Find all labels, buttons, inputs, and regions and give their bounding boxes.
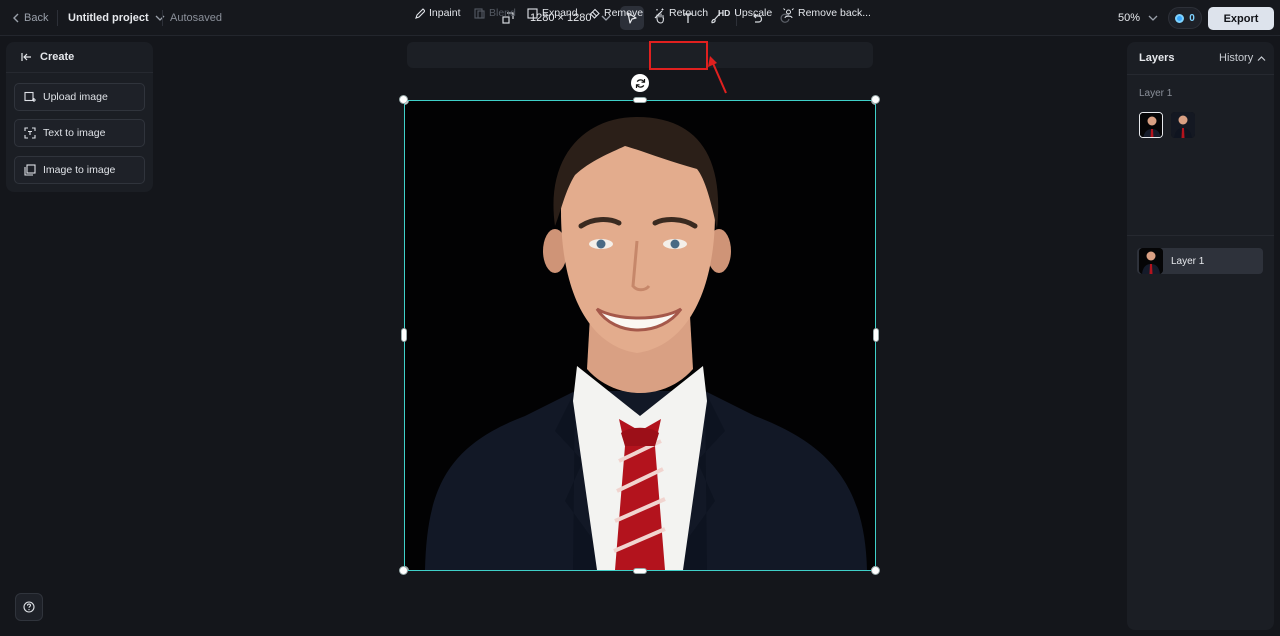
credits-badge[interactable]: 0: [1168, 7, 1202, 29]
layers-title: Layers: [1139, 52, 1175, 64]
retouch-label: Retouch: [669, 7, 709, 19]
hd-icon: HD: [718, 8, 731, 18]
resize-handle-bottom[interactable]: [633, 568, 647, 574]
image-to-image-label: Image to image: [43, 164, 116, 176]
divider: [162, 10, 163, 26]
annotation-arrow-icon: [708, 56, 727, 94]
upload-image-button[interactable]: Upload image: [14, 83, 145, 111]
resize-handle-top[interactable]: [633, 97, 647, 103]
resize-handle-bottom-left[interactable]: [399, 566, 408, 575]
arrow-left-icon: [21, 53, 31, 61]
layer-thumbnail[interactable]: [1171, 112, 1195, 138]
create-panel: Create Upload image Text to image Image …: [6, 42, 153, 192]
text-to-image-button[interactable]: Text to image: [14, 119, 145, 147]
portrait-thumbnail: [1139, 248, 1163, 274]
back-button[interactable]: Back: [12, 0, 48, 36]
create-panel-header[interactable]: Create: [6, 42, 153, 73]
expand-button[interactable]: Expand: [527, 0, 578, 26]
inpaint-icon: [415, 7, 425, 19]
credit-coin-icon: [1175, 13, 1185, 23]
layers-panel: Layers History Layer 1 Layer 1: [1127, 42, 1274, 630]
zoom-dropdown[interactable]: 50%: [1118, 0, 1158, 36]
divider: [1127, 235, 1274, 236]
remove-background-button[interactable]: Remove back...: [783, 0, 871, 26]
back-label: Back: [24, 12, 49, 24]
upload-image-label: Upload image: [43, 91, 108, 103]
eraser-icon: [589, 8, 600, 19]
expand-icon: [527, 7, 538, 19]
project-name: Untitled project: [68, 12, 149, 24]
retouch-button[interactable]: Retouch: [654, 0, 708, 26]
project-name-dropdown[interactable]: Untitled project: [68, 0, 165, 36]
history-label: History: [1219, 52, 1254, 64]
divider: [1127, 74, 1274, 75]
inpaint-label: Inpaint: [429, 7, 461, 19]
resize-handle-bottom-right[interactable]: [871, 566, 880, 575]
upscale-button[interactable]: HD Upscale: [718, 0, 772, 26]
resize-handle-top-right[interactable]: [871, 95, 880, 104]
portrait-thumbnail: [1140, 113, 1162, 137]
expand-label: Expand: [542, 7, 578, 19]
image-to-image-icon: [24, 164, 36, 176]
blend-button[interactable]: Blend: [474, 0, 516, 26]
resize-handle-top-left[interactable]: [399, 95, 408, 104]
remove-label: Remove: [604, 7, 644, 19]
export-button[interactable]: Export: [1208, 7, 1274, 30]
canvas-image[interactable]: [404, 100, 876, 571]
upload-image-icon: [24, 91, 36, 102]
history-toggle[interactable]: History: [1219, 52, 1266, 64]
divider: [57, 10, 58, 26]
remove-background-label: Remove back...: [798, 7, 871, 19]
layer-name: Layer 1: [1171, 255, 1205, 267]
rotate-icon: [635, 78, 645, 88]
portrait-thumbnail: [1171, 112, 1195, 138]
chevron-down-icon: [155, 15, 165, 21]
help-button[interactable]: [15, 593, 43, 621]
layer-row[interactable]: Layer 1: [1137, 248, 1263, 274]
zoom-level: 50%: [1118, 12, 1141, 24]
magic-wand-icon: [654, 8, 664, 18]
blend-label: Blend: [489, 7, 516, 19]
rotate-handle[interactable]: [631, 74, 649, 92]
chevron-up-icon: [1257, 55, 1266, 61]
layer-thumbnail: [1139, 248, 1163, 274]
resize-handle-left[interactable]: [401, 328, 407, 342]
layer-group-label: Layer 1: [1139, 88, 1173, 99]
credits-count: 0: [1189, 12, 1195, 24]
chevron-left-icon: [13, 13, 19, 23]
create-title: Create: [40, 51, 75, 63]
upscale-label: Upscale: [734, 7, 773, 19]
resize-handle-right[interactable]: [873, 328, 879, 342]
text-to-image-label: Text to image: [43, 127, 106, 139]
portrait-image: [405, 101, 875, 570]
save-status: Autosaved: [170, 12, 222, 24]
remove-background-icon: [783, 7, 794, 18]
image-to-image-button[interactable]: Image to image: [14, 156, 145, 184]
help-icon: [23, 601, 35, 613]
inpaint-button[interactable]: Inpaint: [414, 0, 461, 26]
layer-thumbnail-selected[interactable]: [1139, 112, 1163, 138]
edit-toolbar: [407, 42, 873, 68]
blend-icon: [474, 7, 485, 19]
text-to-image-icon: [24, 127, 36, 139]
chevron-down-icon: [1148, 15, 1158, 21]
remove-button[interactable]: Remove: [589, 0, 643, 26]
